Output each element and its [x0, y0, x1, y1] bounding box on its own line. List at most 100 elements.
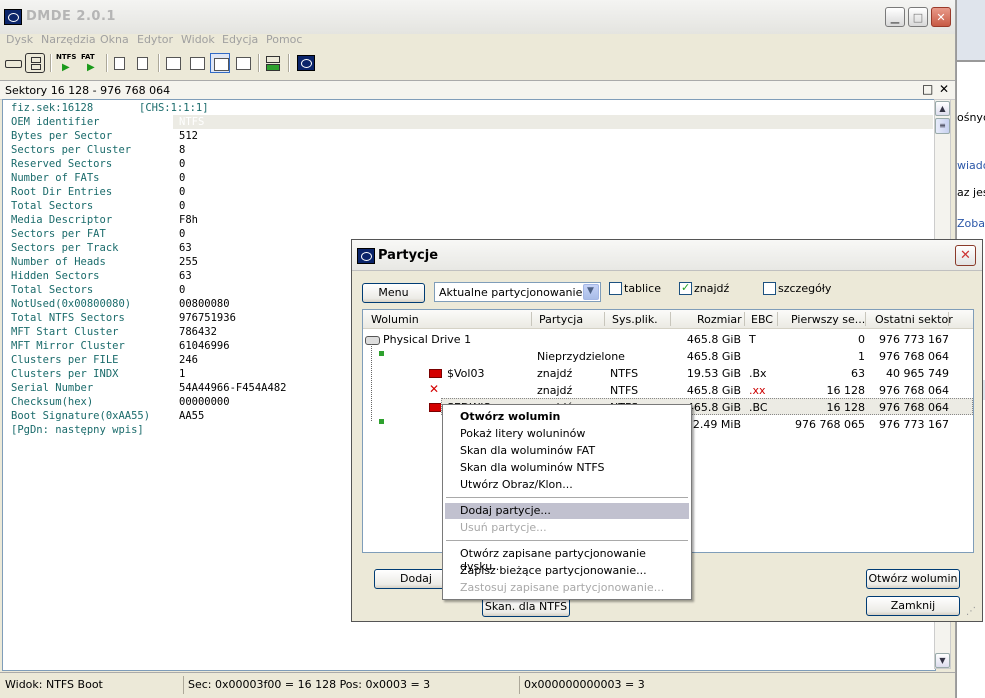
- menu-edycja[interactable]: Edycja: [222, 33, 258, 46]
- ctx-show-letters[interactable]: Pokaż litery woluninów: [460, 427, 585, 440]
- partition-row[interactable]: Physical Drive 1 465.8 GiB T 0 976 773 167: [363, 332, 973, 349]
- maximize-icon[interactable]: □: [908, 7, 928, 27]
- field-key: Sectors per Cluster: [11, 144, 132, 156]
- field-key: MFT Start Cluster: [11, 326, 119, 338]
- field-value[interactable]: 1: [179, 367, 185, 381]
- tables-label: tablice: [624, 282, 661, 295]
- status-view: Widok: NTFS Boot: [5, 678, 103, 691]
- copy-sectors-icon[interactable]: [263, 53, 283, 73]
- field-value[interactable]: 00000000: [179, 395, 230, 409]
- dmde-logo-icon[interactable]: [296, 53, 316, 73]
- fat-scan-icon[interactable]: FAT ▶: [80, 53, 102, 73]
- menu-widok[interactable]: Widok: [181, 33, 215, 46]
- field-value[interactable]: F8h: [179, 213, 198, 227]
- panel-maximize-icon[interactable]: □: [922, 82, 933, 96]
- close-button[interactable]: Zamknij: [866, 596, 960, 616]
- menu-edytor[interactable]: Edytor: [137, 33, 173, 46]
- context-menu: Otwórz wolumin Pokaż litery woluninów Sk…: [442, 404, 692, 600]
- menu-button[interactable]: Menu: [362, 283, 425, 303]
- ctx-open-volume[interactable]: Otwórz wolumin: [460, 410, 560, 423]
- scan-ntfs-button[interactable]: Skan. dla NTFS: [482, 597, 570, 617]
- dialog-title-bar[interactable]: Partycje ✕: [352, 240, 982, 271]
- field-value[interactable]: 0: [179, 171, 185, 185]
- cell-last: 40 965 749: [886, 367, 949, 380]
- field-value[interactable]: 63: [179, 269, 192, 283]
- ctx-scan-fat[interactable]: Skan dla woluminów FAT: [460, 444, 595, 457]
- partitions-icon[interactable]: [25, 53, 45, 73]
- col-rozmiar[interactable]: Rozmiar: [697, 313, 742, 326]
- col-last[interactable]: Ostatni sektor: [875, 313, 953, 326]
- col-partycja[interactable]: Partycja: [539, 313, 583, 326]
- field-value[interactable]: 61046996: [179, 339, 230, 353]
- hex-view-icon[interactable]: [163, 53, 183, 73]
- field-key: Total Sectors: [11, 284, 94, 296]
- directory-view-icon[interactable]: [233, 53, 253, 73]
- scroll-down-icon[interactable]: ▼: [935, 653, 950, 668]
- field-value[interactable]: 976751936: [179, 311, 236, 325]
- field-key: Reserved Sectors: [11, 158, 113, 170]
- field-value[interactable]: 246: [179, 353, 198, 367]
- field-value[interactable]: 0: [179, 199, 185, 213]
- edit-sector-icon[interactable]: [134, 53, 154, 73]
- field-value[interactable]: 0: [179, 185, 185, 199]
- resize-grip-icon[interactable]: ⋰: [966, 606, 976, 617]
- col-wolumin[interactable]: Wolumin: [371, 313, 419, 326]
- field-value[interactable]: 255: [179, 255, 198, 269]
- field-value[interactable]: 54A44966-F454A482: [179, 381, 286, 395]
- partitioning-select-value: Aktualne partycjonowanie: [439, 286, 583, 299]
- field-value[interactable]: 00800080: [179, 297, 230, 311]
- field-key: OEM identifier: [11, 116, 100, 128]
- panel-close-icon[interactable]: ✕: [939, 82, 949, 96]
- menu-okna[interactable]: Okna: [100, 33, 129, 46]
- field-value[interactable]: 8: [179, 143, 185, 157]
- cell-partycja: znajdź: [537, 367, 573, 380]
- details-checkbox[interactable]: [763, 282, 776, 295]
- template-view-icon[interactable]: [210, 53, 230, 73]
- partition-row[interactable]: Nieprzydzielone 465.8 GiB 1 976 768 064: [363, 349, 973, 366]
- title-bar[interactable]: DMDE 2.0.1 ▁ □ ✕: [0, 0, 955, 34]
- col-sys[interactable]: Sys.plik.: [612, 313, 658, 326]
- field-value[interactable]: 0: [179, 157, 185, 171]
- field-value[interactable]: 0: [179, 227, 185, 241]
- menu-narzedzia[interactable]: Narzędzia: [41, 33, 96, 46]
- cell-ebc: T: [749, 333, 756, 346]
- field-value[interactable]: AA55: [179, 409, 204, 423]
- find-checkbox[interactable]: ✓: [679, 281, 692, 295]
- menu-pomoc[interactable]: Pomoc: [266, 33, 302, 46]
- ctx-create-image[interactable]: Utwórz Obraz/Klon...: [460, 478, 573, 491]
- text-view-icon[interactable]: [187, 53, 207, 73]
- field-value[interactable]: 0: [179, 283, 185, 297]
- menu-dysk[interactable]: Dysk: [6, 33, 33, 46]
- dialog-app-icon: [357, 248, 375, 264]
- ctx-add-partition[interactable]: Dodaj partycje...: [460, 504, 551, 517]
- bg-text-2[interactable]: wiado: [957, 159, 985, 172]
- close-icon[interactable]: ✕: [931, 7, 951, 27]
- bg-text-4[interactable]: Zobac: [957, 217, 985, 230]
- go-to-sector-icon[interactable]: [111, 53, 131, 73]
- ctx-scan-ntfs[interactable]: Skan dla woluminów NTFS: [460, 461, 604, 474]
- partition-row[interactable]: znajdź NTFS 465.8 GiB .xx 16 128 976 768 064: [363, 383, 973, 400]
- field-key: Clusters per FILE: [11, 354, 119, 366]
- field-key: Checksum(hex): [11, 396, 94, 408]
- cell-ebc: .BC: [749, 401, 768, 414]
- scroll-up-icon[interactable]: ▲: [935, 101, 950, 116]
- dialog-close-icon[interactable]: ✕: [955, 245, 976, 266]
- partitioning-select[interactable]: Aktualne partycjonowanie ▼: [434, 282, 601, 302]
- scroll-thumb[interactable]: ≡: [935, 118, 950, 134]
- partition-row[interactable]: $Vol03 znajdź NTFS 19.53 GiB .Bx 63 40 965 749: [363, 366, 973, 383]
- chevron-down-icon[interactable]: ▼: [583, 284, 599, 300]
- field-value[interactable]: NTFS: [179, 115, 204, 129]
- ctx-save-current[interactable]: Zapisz bieżące partycjonowanie...: [460, 564, 647, 577]
- cell-partycja: Nieprzydzielone: [537, 350, 625, 363]
- field-value[interactable]: 786432: [179, 325, 217, 339]
- tables-checkbox[interactable]: [609, 282, 622, 295]
- field-key: NotUsed(0x00800080): [11, 298, 132, 310]
- col-ebc[interactable]: EBC: [751, 313, 773, 326]
- col-first[interactable]: Pierwszy se...: [791, 313, 865, 326]
- minimize-icon[interactable]: ▁: [885, 7, 905, 27]
- field-value[interactable]: 63: [179, 241, 192, 255]
- open-volume-button[interactable]: Otwórz wolumin: [866, 569, 960, 589]
- disk-icon[interactable]: [3, 53, 23, 73]
- field-value[interactable]: 512: [179, 129, 198, 143]
- ntfs-scan-icon[interactable]: NTFS ▶: [55, 53, 79, 73]
